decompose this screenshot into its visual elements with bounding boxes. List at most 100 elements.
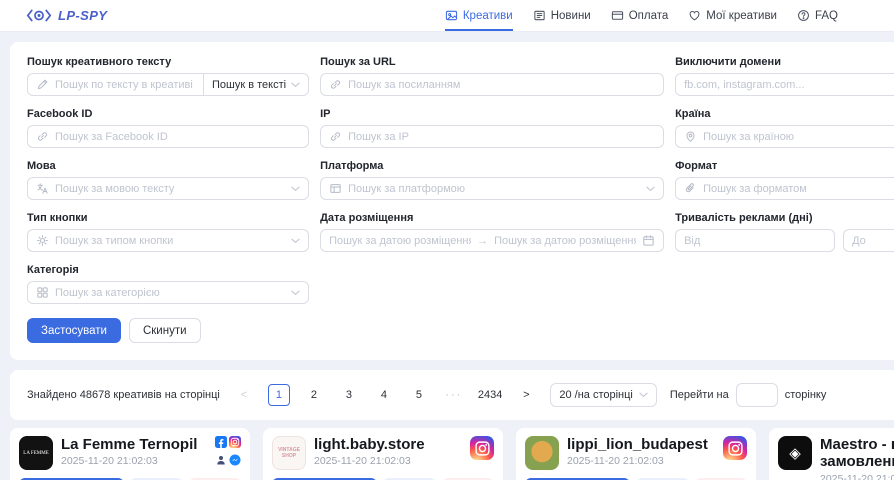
translate-icon — [36, 182, 49, 195]
nav-label: Мої креативи — [706, 10, 777, 22]
format-input[interactable] — [703, 183, 894, 195]
credit-card-icon — [611, 9, 624, 22]
reset-button[interactable]: Скинути — [129, 318, 201, 343]
filter-format: Формат — [675, 160, 894, 200]
page-button-last[interactable]: 2434 — [478, 384, 502, 406]
platform-select[interactable] — [348, 183, 640, 195]
grid-icon — [36, 286, 49, 299]
filter-country: Країна — [675, 108, 894, 148]
results-summary: Знайдено 48678 креативів на сторінці — [27, 389, 220, 401]
logo[interactable]: LP-SPY — [26, 8, 107, 23]
field-label: Формат — [675, 160, 894, 172]
page-button-2[interactable]: 2 — [303, 384, 325, 406]
news-icon — [533, 9, 546, 22]
duration-to-input[interactable] — [852, 235, 894, 247]
card-date: 2025-11-20 21:02:03 — [314, 455, 462, 467]
nav-tab-faq[interactable]: FAQ — [797, 0, 838, 31]
category-select[interactable] — [55, 287, 285, 299]
nav-label: Креативи — [463, 10, 513, 22]
link-icon — [329, 78, 342, 91]
chevron-down-icon — [291, 82, 300, 88]
duration-from-input[interactable] — [684, 235, 826, 247]
filter-ip: IP — [320, 108, 664, 148]
field-label: Країна — [675, 108, 894, 120]
field-label: Мова — [27, 160, 309, 172]
field-label: Виключити домени — [675, 56, 894, 68]
apply-button[interactable]: Застосувати — [27, 318, 121, 343]
card-title-line2: замовлення в Ужго — [820, 453, 894, 470]
field-label: Facebook ID — [27, 108, 309, 120]
card-title-line1: Maestro - кухні, ме — [820, 436, 894, 453]
creative-card[interactable]: LA FEMME La Femme Ternopil 2025-11-20 21… — [10, 428, 250, 480]
chevron-down-icon — [291, 238, 300, 244]
link-icon — [36, 130, 49, 143]
nav-tab-my-creatives[interactable]: Мої креативи — [688, 0, 777, 31]
filter-platform: Платформа — [320, 160, 664, 200]
creative-card[interactable]: VINTAGESHOP light.baby.store 2025-11-20 … — [263, 428, 503, 480]
main-nav: Креативи Новини Оплата Мої креативи FAQ — [445, 0, 838, 31]
range-arrow-icon: → — [477, 235, 488, 247]
card-date: 2025-11-20 21:02:03 — [820, 473, 894, 480]
facebook-id-input[interactable] — [55, 131, 300, 143]
button-type-select[interactable] — [55, 235, 285, 247]
date-from-input[interactable] — [329, 235, 471, 247]
filter-language: Мова — [27, 160, 309, 200]
page-button-1[interactable]: 1 — [268, 384, 290, 406]
page-size-select[interactable]: 20 /на сторінці — [550, 383, 657, 407]
filter-placement-date: Дата розміщення → — [320, 212, 664, 252]
chevron-down-icon — [291, 290, 300, 296]
prev-page-icon[interactable]: < — [233, 384, 255, 406]
page-button-5[interactable]: 5 — [408, 384, 430, 406]
page: LP-SPY Креативи Новини Оплата Мої креати… — [0, 0, 894, 480]
field-label: Категорія — [27, 264, 309, 276]
nav-tab-news[interactable]: Новини — [533, 0, 591, 31]
avatar: ◈ — [778, 436, 812, 470]
ip-input[interactable] — [348, 131, 655, 143]
filter-button-type: Тип кнопки — [27, 212, 309, 252]
field-label: Платформа — [320, 160, 664, 172]
field-label: IP — [320, 108, 664, 120]
nav-tab-payment[interactable]: Оплата — [611, 0, 669, 31]
messenger-icon — [229, 454, 241, 466]
calendar-icon — [642, 234, 655, 247]
url-input[interactable] — [348, 79, 655, 91]
field-label: Тривалість реклами (дні) — [675, 212, 894, 224]
card-title: La Femme Ternopil — [61, 436, 207, 453]
language-select[interactable] — [55, 183, 285, 195]
browser-icon — [329, 182, 342, 195]
image-icon — [445, 9, 458, 22]
card-title: light.baby.store — [314, 436, 462, 453]
card-title: lippi_lion_budapest — [567, 436, 715, 453]
gear-icon — [36, 234, 49, 247]
field-label: Пошук за URL — [320, 56, 664, 68]
search-mode-select[interactable]: Пошук в тексті — [203, 74, 308, 95]
filter-duration: Тривалість реклами (дні) — [675, 212, 894, 252]
creative-card[interactable]: lippi_lion_budapest 2025-11-20 21:02:03 … — [516, 428, 756, 480]
goto-page-input[interactable] — [736, 383, 778, 407]
nav-label: Оплата — [629, 10, 669, 22]
goto-page: Перейти на сторінку — [670, 383, 826, 407]
field-label: Тип кнопки — [27, 212, 309, 224]
country-input[interactable] — [703, 131, 894, 143]
filter-category: Категорія — [27, 264, 309, 304]
top-header: LP-SPY Креативи Новини Оплата Мої креати… — [0, 0, 894, 32]
audience-network-icon — [215, 454, 227, 466]
paperclip-icon — [684, 182, 697, 195]
creative-text-input[interactable] — [55, 79, 197, 91]
chevron-down-icon — [639, 392, 648, 398]
filter-url: Пошук за URL — [320, 56, 664, 96]
exclude-domains-input[interactable] — [684, 79, 894, 91]
heart-icon — [688, 9, 701, 22]
next-page-icon[interactable]: > — [515, 384, 537, 406]
page-button-4[interactable]: 4 — [373, 384, 395, 406]
nav-label: Новини — [551, 10, 591, 22]
instagram-icon — [470, 436, 494, 460]
creative-cards: LA FEMME La Femme Ternopil 2025-11-20 21… — [10, 428, 894, 480]
field-label: Пошук креативного тексту — [27, 56, 309, 68]
avatar: LA FEMME — [19, 436, 53, 470]
page-button-3[interactable]: 3 — [338, 384, 360, 406]
nav-tab-creatives[interactable]: Креативи — [445, 0, 513, 31]
filter-exclude-domains: Виключити домени — [675, 56, 894, 96]
date-to-input[interactable] — [494, 235, 636, 247]
creative-card[interactable]: ◈ Maestro - кухні, ме замовлення в Ужго … — [769, 428, 894, 480]
